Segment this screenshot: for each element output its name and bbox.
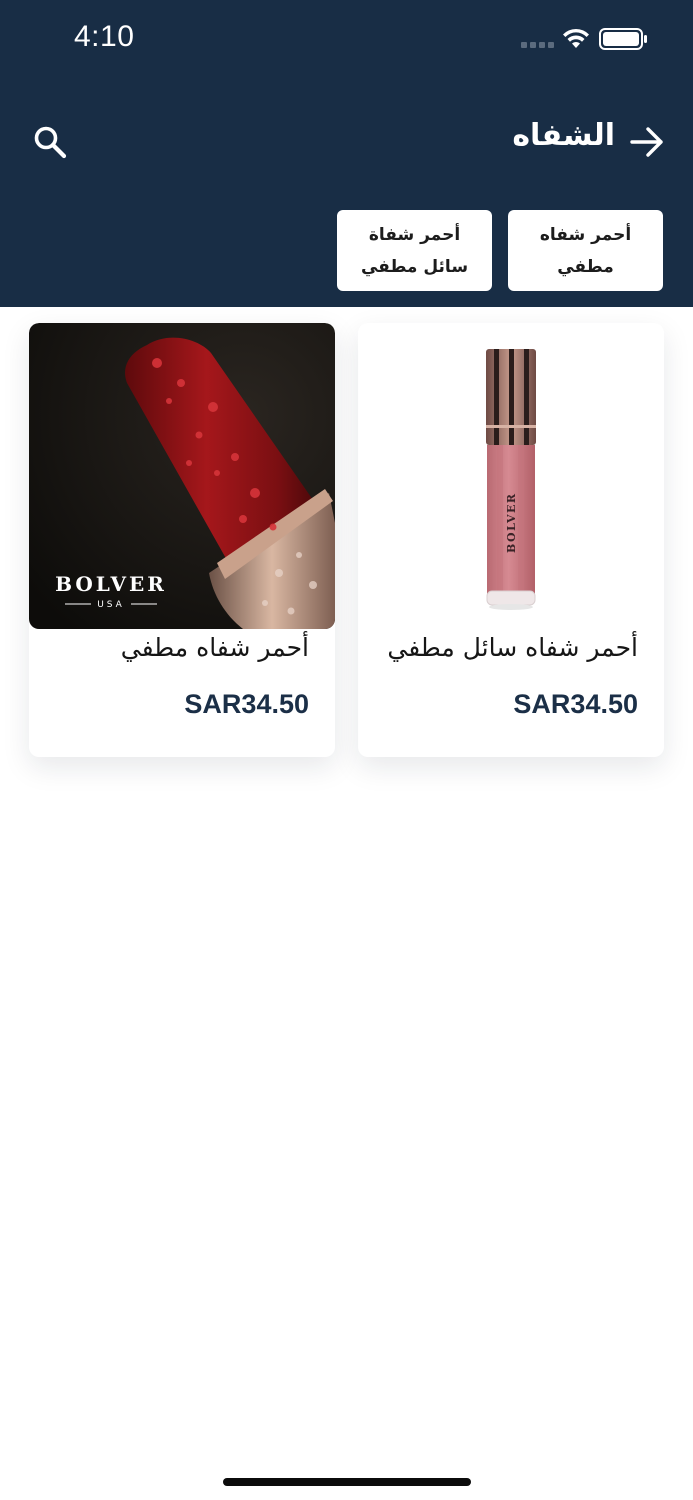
page-title: الشفاه bbox=[512, 118, 615, 153]
status-time: 4:10 bbox=[74, 20, 135, 53]
product-name[interactable]: أحمر شفاه مطفي bbox=[121, 633, 309, 662]
product-image-matte-lipstick[interactable]: BOLVER USA bbox=[29, 323, 335, 629]
product-name[interactable]: أحمر شفاه سائل مطفي bbox=[387, 633, 638, 662]
product-card[interactable]: BOLVER أحمر شفاه سائل مطفي SAR34.50 bbox=[358, 323, 664, 757]
brand-logo: BOLVER bbox=[55, 572, 167, 596]
wifi-icon bbox=[563, 28, 589, 48]
filter-chip-label: أحمر شفاه مطفي bbox=[539, 224, 632, 277]
svg-text:USA: USA bbox=[97, 600, 125, 610]
filter-chip-liquid-matte-lipstick[interactable]: أحمر شفاة سائل مطفي bbox=[337, 210, 492, 291]
screen: 4:10 الشفاه أحمر شفاه مطفي أحمر شفاة سائ… bbox=[0, 0, 693, 1500]
back-arrow-icon[interactable] bbox=[629, 126, 665, 158]
product-card[interactable]: BOLVER USA أحمر شفاه مطفي SAR34.50 bbox=[29, 323, 335, 757]
product-price: SAR34.50 bbox=[513, 689, 638, 719]
product-image-liquid-lipstick[interactable]: BOLVER bbox=[358, 323, 664, 629]
home-indicator[interactable] bbox=[223, 1478, 471, 1486]
product-price: SAR34.50 bbox=[184, 689, 309, 719]
search-icon[interactable] bbox=[32, 124, 68, 160]
battery-icon bbox=[599, 28, 647, 50]
cellular-signal-icon bbox=[521, 42, 554, 48]
filter-chip-matte-lipstick[interactable]: أحمر شفاه مطفي bbox=[508, 210, 663, 291]
brand-logo: BOLVER bbox=[505, 492, 518, 553]
filter-chip-label: أحمر شفاة سائل مطفي bbox=[360, 224, 469, 277]
top-bar: 4:10 الشفاه أحمر شفاه مطفي أحمر شفاة سائ… bbox=[0, 0, 693, 307]
status-icons bbox=[521, 26, 651, 54]
